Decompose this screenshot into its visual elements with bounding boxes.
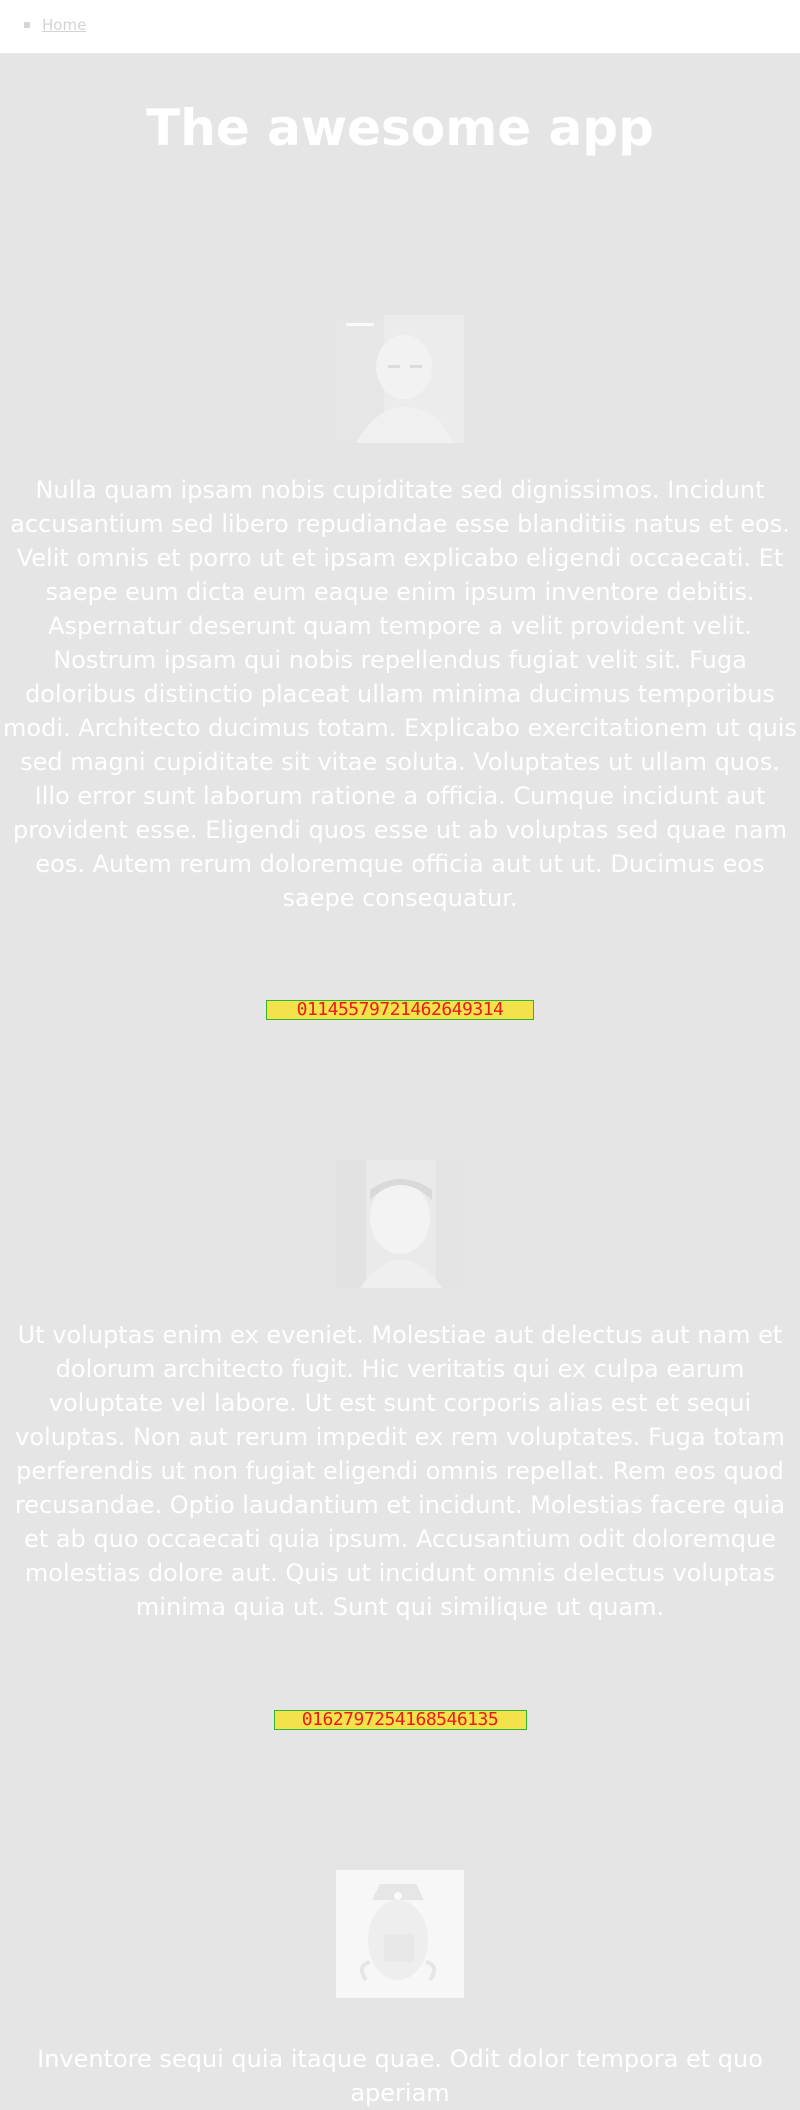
phone-number: 01145579721462649314 — [266, 1000, 534, 1020]
phone-number: 0162797254168546135 — [273, 1710, 527, 1730]
profile-name — [0, 1794, 800, 1834]
avatar — [336, 1160, 464, 1288]
phone-label — [0, 951, 800, 981]
bullet-icon — [24, 22, 30, 28]
profile-name — [0, 241, 800, 281]
profile-card: Ut voluptas enim ex eveniet. Molestiae a… — [0, 1084, 800, 1730]
profile-card: Nulla quam ipsam nobis cupiditate sed di… — [0, 241, 800, 1020]
avatar — [336, 1870, 464, 1998]
profile-name — [0, 1084, 800, 1124]
avatar — [336, 315, 464, 443]
profile-bio: Nulla quam ipsam nobis cupiditate sed di… — [3, 476, 797, 912]
app-title: The awesome app — [146, 99, 654, 157]
profile-bio: Inventore sequi quia itaque quae. Odit d… — [37, 2045, 763, 2107]
home-link[interactable]: Home — [42, 16, 86, 34]
profile-card: Inventore sequi quia itaque quae. Odit d… — [0, 1794, 800, 2110]
phone-label — [0, 1660, 800, 1690]
top-navigation: Home — [0, 0, 800, 53]
nav-item-home: Home — [24, 16, 86, 34]
profile-bio: Ut voluptas enim ex eveniet. Molestiae a… — [14, 1321, 786, 1621]
nav-list: Home — [24, 16, 86, 34]
